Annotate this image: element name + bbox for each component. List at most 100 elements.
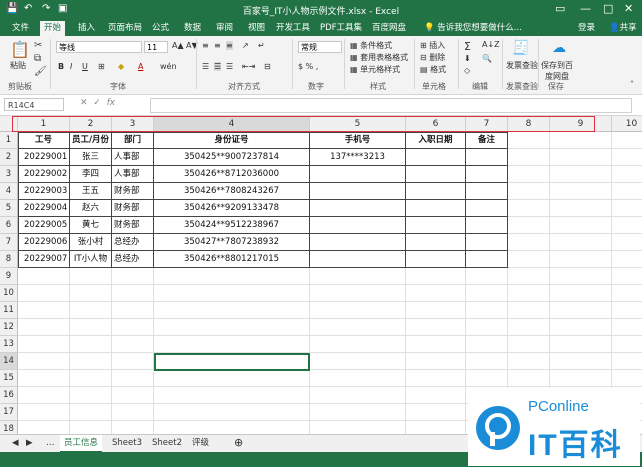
grid-cell[interactable] — [70, 404, 112, 421]
table-header-cell[interactable]: 工号 — [18, 132, 70, 149]
grid-cell[interactable] — [550, 268, 612, 285]
find-icon[interactable]: 🔍 — [482, 54, 492, 63]
grid-cell[interactable] — [406, 285, 466, 302]
grid-cell[interactable] — [70, 336, 112, 353]
grid-cell[interactable] — [466, 319, 508, 336]
table-cell[interactable] — [466, 149, 508, 166]
grid-cell[interactable] — [508, 336, 550, 353]
grid-cell[interactable] — [112, 370, 154, 387]
table-cell[interactable] — [466, 234, 508, 251]
sheet-tab-employee-info[interactable]: 员工信息 — [60, 435, 103, 453]
table-header-cell[interactable]: 备注 — [466, 132, 508, 149]
table-cell[interactable]: 350426**8801217015 — [154, 251, 310, 268]
close-icon[interactable]: ✕ — [624, 2, 633, 15]
table-cell[interactable]: 李四 — [70, 166, 112, 183]
grid-cell[interactable] — [508, 353, 550, 370]
grid-cell[interactable] — [508, 319, 550, 336]
tab-page-layout[interactable]: 页面布局 — [104, 21, 146, 36]
grid-cell[interactable] — [18, 336, 70, 353]
grid-cell[interactable] — [18, 387, 70, 404]
table-header-cell[interactable]: 身份证号 — [154, 132, 310, 149]
tell-me-box[interactable]: 💡 告诉我您想要做什么... — [420, 21, 526, 36]
font-size-select[interactable]: 11 — [144, 41, 168, 53]
grid-cell[interactable] — [508, 370, 550, 387]
table-cell[interactable] — [310, 183, 406, 200]
align-right-icon[interactable]: ☰ — [226, 62, 233, 71]
table-cell[interactable]: 张三 — [70, 149, 112, 166]
table-cell[interactable] — [406, 200, 466, 217]
grid-cell[interactable] — [310, 302, 406, 319]
tab-view[interactable]: 视图 — [244, 21, 269, 36]
table-header-cell[interactable]: 手机号 — [310, 132, 406, 149]
grid-cell[interactable] — [70, 353, 112, 370]
row-header[interactable]: 1 — [0, 132, 18, 149]
grid-cell[interactable] — [508, 200, 550, 217]
row-header[interactable]: 6 — [0, 217, 18, 234]
align-center-icon[interactable]: ☰ — [214, 62, 222, 71]
table-header-cell[interactable]: 员工/月份 — [70, 132, 112, 149]
grid-cell[interactable] — [612, 370, 642, 387]
format-button[interactable]: ▤ 格式 — [420, 64, 446, 75]
table-cell[interactable] — [466, 183, 508, 200]
table-cell[interactable]: 350425**9007237814 — [154, 149, 310, 166]
row-header[interactable]: 4 — [0, 183, 18, 200]
grid-cell[interactable] — [508, 166, 550, 183]
login-link[interactable]: 登录 — [574, 21, 599, 36]
table-cell[interactable]: 人事部 — [112, 166, 154, 183]
fill-color-icon[interactable]: ◆ — [118, 62, 124, 71]
grid-cell[interactable] — [112, 404, 154, 421]
grid-cell[interactable] — [612, 319, 642, 336]
table-cell[interactable]: 总经办 — [112, 234, 154, 251]
cut-icon[interactable]: ✂ — [34, 40, 42, 51]
table-cell[interactable] — [466, 251, 508, 268]
grid-cell[interactable] — [154, 404, 310, 421]
table-cell[interactable]: 350427**7807238932 — [154, 234, 310, 251]
tab-data[interactable]: 数据 — [180, 21, 205, 36]
merge-icon[interactable]: ⊟ — [264, 62, 271, 71]
bold-icon[interactable]: B — [58, 62, 64, 71]
tab-pdf-tools[interactable]: PDF工具集 — [316, 21, 366, 36]
font-color-icon[interactable]: A — [138, 62, 143, 71]
grid-cell[interactable] — [466, 336, 508, 353]
table-cell[interactable]: 350426**9209133478 — [154, 200, 310, 217]
row-header[interactable]: 15 — [0, 370, 18, 387]
table-header-cell[interactable]: 部门 — [112, 132, 154, 149]
table-cell[interactable]: 350426**7808243267 — [154, 183, 310, 200]
format-painter-icon[interactable]: 🖌 — [34, 66, 47, 77]
grid-cell[interactable] — [612, 234, 642, 251]
grid-cell[interactable] — [18, 302, 70, 319]
grid-cell[interactable] — [550, 285, 612, 302]
collapse-ribbon-icon[interactable]: ˄ — [630, 80, 634, 89]
table-cell[interactable] — [310, 217, 406, 234]
grid-cell[interactable] — [154, 387, 310, 404]
table-cell[interactable]: 王五 — [70, 183, 112, 200]
table-cell[interactable] — [406, 149, 466, 166]
row-header[interactable]: 16 — [0, 387, 18, 404]
grid-cell[interactable] — [612, 183, 642, 200]
grid-cell[interactable] — [112, 285, 154, 302]
row-header[interactable]: 9 — [0, 268, 18, 285]
grid-cell[interactable] — [112, 302, 154, 319]
grid-cell[interactable] — [18, 370, 70, 387]
minimize-icon[interactable]: — — [580, 2, 591, 15]
grid-cell[interactable] — [612, 200, 642, 217]
row-header[interactable]: 17 — [0, 404, 18, 421]
cell-style-button[interactable]: ▦ 单元格样式 — [350, 64, 400, 75]
grid-cell[interactable] — [466, 353, 508, 370]
grid-cell[interactable] — [406, 353, 466, 370]
save-baidu-button[interactable]: 保存到百度网盘 — [540, 60, 574, 82]
table-cell[interactable] — [310, 200, 406, 217]
ribbon-display-icon[interactable]: ▭ — [555, 2, 565, 15]
grid-cell[interactable] — [18, 404, 70, 421]
grid-cell[interactable] — [550, 166, 612, 183]
baidu-cloud-icon[interactable]: ☁ — [552, 40, 566, 56]
grid-cell[interactable] — [550, 251, 612, 268]
table-cell[interactable]: 20229001 — [18, 149, 70, 166]
row-header[interactable]: 13 — [0, 336, 18, 353]
grid-cell[interactable] — [70, 370, 112, 387]
grid-cell[interactable] — [612, 251, 642, 268]
table-cell[interactable] — [466, 200, 508, 217]
grid-cell[interactable] — [310, 319, 406, 336]
grid-cell[interactable] — [18, 268, 70, 285]
table-cell[interactable]: 20229007 — [18, 251, 70, 268]
